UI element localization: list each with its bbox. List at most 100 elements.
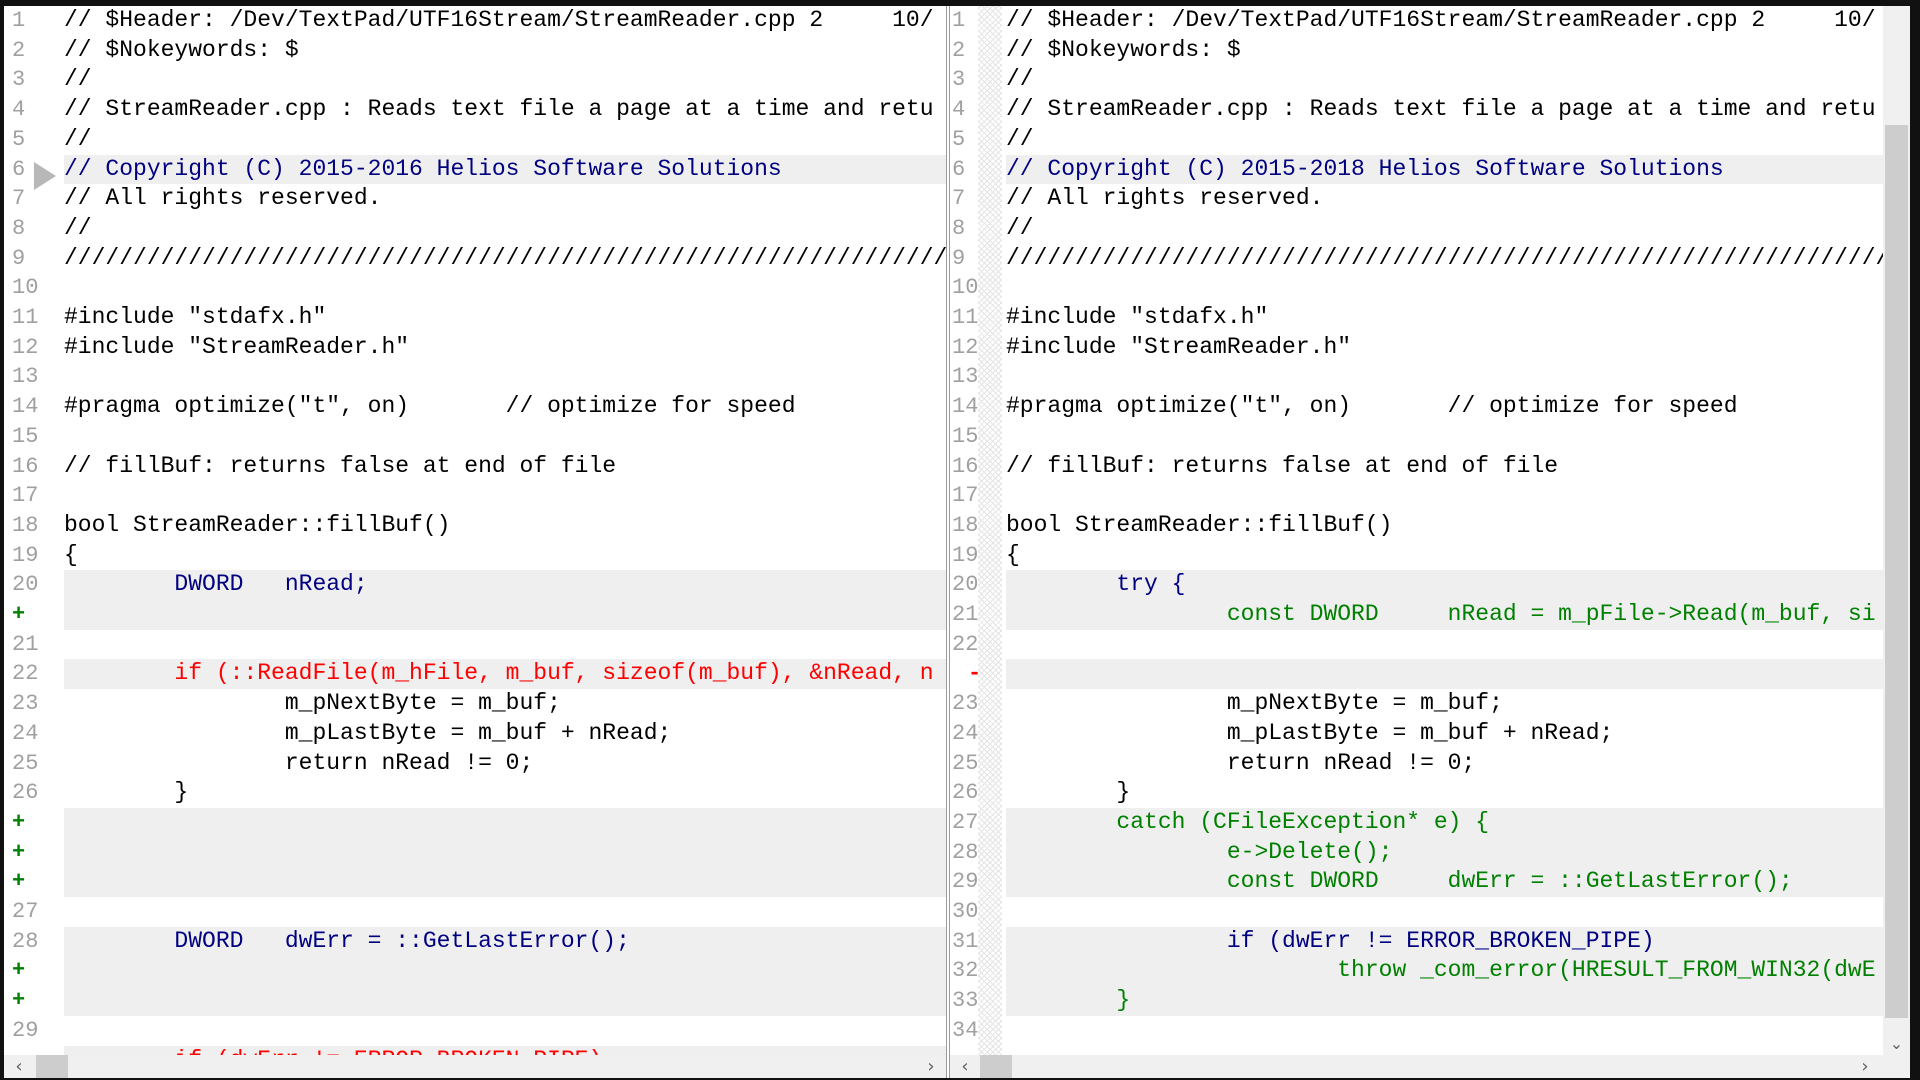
code-line[interactable]: 15 — [950, 422, 1883, 452]
code-line[interactable]: 22 — [950, 630, 1883, 660]
vertical-scrollbar[interactable]: ⌄ — [1883, 6, 1910, 1055]
code-line[interactable]: 22 if (::ReadFile(m_hFile, m_buf, sizeof… — [4, 659, 946, 690]
code-line[interactable]: 19 { — [4, 541, 946, 571]
code-text: m_pLastByte = m_buf + nRead; — [64, 719, 672, 746]
code-line[interactable]: 5 // — [4, 125, 946, 155]
code-line[interactable]: 4 // StreamReader.cpp : Reads text file a… — [950, 95, 1883, 125]
code-line[interactable]: 3 // — [950, 65, 1883, 95]
line-number: 8 — [952, 215, 966, 241]
code-line[interactable]: 24 m_pLastByte = m_buf + nRead; — [950, 719, 1883, 749]
line-number: 13 — [12, 364, 39, 390]
left-hscroll-thumb[interactable] — [36, 1055, 68, 1078]
line-number: 6 — [12, 156, 26, 182]
code-line[interactable]: 21 const DWORD nRead = m_pFile->Read(m_b… — [950, 600, 1883, 630]
code-line[interactable]: 29 const DWORD dwErr = ::GetLastError(); — [950, 867, 1883, 897]
code-text: try { — [1006, 571, 1186, 598]
code-line[interactable]: 10 — [4, 273, 946, 303]
right-horizontal-scrollbar[interactable]: ‹ › — [950, 1055, 1910, 1078]
code-line[interactable]: 13 — [950, 362, 1883, 392]
code-line[interactable]: 25 return nRead != 0; — [4, 749, 946, 779]
code-line[interactable]: 24 m_pLastByte = m_buf + nRead; — [4, 719, 946, 749]
code-line[interactable]: 12 #include "StreamReader.h" — [950, 333, 1883, 363]
code-line[interactable]: 9 ///////////////////////////////////////… — [950, 244, 1883, 274]
code-line[interactable]: 7 // All rights reserved. — [950, 184, 1883, 214]
line-number: 3 — [12, 67, 26, 93]
diff-placeholder-row[interactable]: + — [4, 867, 946, 897]
code-line[interactable]: 25 return nRead != 0; — [950, 749, 1883, 779]
code-line[interactable]: 18 bool StreamReader::fillBuf() — [950, 511, 1883, 541]
scroll-right-icon[interactable]: › — [1854, 1055, 1876, 1078]
code-line[interactable]: 15 — [4, 422, 946, 452]
code-line[interactable]: 3 // — [4, 65, 946, 95]
code-line[interactable]: 28 e->Delete(); — [950, 837, 1883, 868]
code-line[interactable]: if (dwErr != ERROR_BROKEN_PIPE) — [4, 1045, 946, 1055]
code-line[interactable]: 31 if (dwErr != ERROR_BROKEN_PIPE) — [950, 926, 1883, 957]
right-file-pane[interactable]: 1 // $Header: /Dev/TextPad/UTF16Stream/St… — [950, 6, 1883, 1055]
code-line[interactable]: 23 m_pNextByte = m_buf; — [950, 689, 1883, 719]
code-line[interactable]: 4 // StreamReader.cpp : Reads text file a… — [4, 95, 946, 125]
right-hscroll-thumb[interactable] — [980, 1055, 1012, 1078]
diff-placeholder-row[interactable]: - — [950, 659, 1883, 690]
code-line[interactable]: 28 DWORD dwErr = ::GetLastError(); — [4, 926, 946, 957]
code-line[interactable]: 13 — [4, 362, 946, 392]
code-line[interactable]: 8 // — [950, 214, 1883, 244]
code-line[interactable]: 5 // — [950, 125, 1883, 155]
scroll-left-icon[interactable]: ‹ — [8, 1055, 30, 1078]
code-line[interactable]: 21 — [4, 630, 946, 660]
scroll-left-icon[interactable]: ‹ — [954, 1055, 976, 1078]
code-line[interactable]: 1 // $Header: /Dev/TextPad/UTF16Stream/St… — [4, 6, 946, 36]
code-line[interactable]: 19 { — [950, 541, 1883, 571]
left-file-pane[interactable]: 1 // $Header: /Dev/TextPad/UTF16Stream/St… — [4, 6, 946, 1055]
code-line[interactable]: 27 — [4, 897, 946, 927]
code-line[interactable]: 2 // $Nokeywords: $ — [950, 36, 1883, 66]
code-line[interactable]: 7 // All rights reserved. — [4, 184, 946, 214]
code-line[interactable]: 33 } — [950, 986, 1883, 1016]
code-line[interactable]: 8 // — [4, 214, 946, 244]
code-line[interactable]: 30 — [950, 897, 1883, 927]
code-line[interactable]: 27 catch (CFileException* e) { — [950, 807, 1883, 838]
code-line[interactable]: 6 // Copyright (C) 2015-2018 Helios Softw… — [950, 154, 1883, 185]
left-horizontal-scrollbar[interactable]: ‹ › — [4, 1055, 946, 1078]
code-line[interactable]: 20 DWORD nRead; — [4, 570, 946, 600]
code-line[interactable]: 23 m_pNextByte = m_buf; — [4, 689, 946, 719]
line-number: 23 — [952, 691, 979, 717]
scroll-down-icon[interactable]: ⌄ — [1883, 1034, 1910, 1053]
scroll-right-icon[interactable]: › — [920, 1055, 942, 1078]
code-line[interactable]: 26 } — [4, 778, 946, 808]
vscroll-thumb[interactable] — [1885, 125, 1908, 1018]
line-number: 17 — [12, 483, 39, 509]
code-line[interactable]: 29 — [4, 1016, 946, 1046]
diff-placeholder-row[interactable]: + — [4, 956, 946, 987]
code-line[interactable]: 16 // fillBuf: returns false at end of fi… — [4, 452, 946, 482]
line-number: 14 — [952, 394, 979, 420]
code-line[interactable]: 12 #include "StreamReader.h" — [4, 333, 946, 363]
code-line[interactable]: 14 #pragma optimize("t", on) // optimize … — [950, 392, 1883, 422]
line-number: 6 — [952, 156, 966, 182]
diff-highlight — [64, 867, 946, 897]
diff-placeholder-row[interactable]: + — [4, 807, 946, 838]
code-line[interactable]: 14 #pragma optimize("t", on) // optimize … — [4, 392, 946, 422]
line-number: 12 — [12, 334, 39, 360]
code-text: { — [64, 541, 78, 568]
code-line[interactable]: 6 // Copyright (C) 2015-2016 Helios Softw… — [4, 154, 946, 185]
code-line[interactable]: 32 throw _com_error(HRESULT_FROM_WIN32(d… — [950, 956, 1883, 987]
diff-placeholder-row[interactable]: + — [4, 837, 946, 868]
code-line[interactable]: 11 #include "stdafx.h" — [950, 303, 1883, 333]
diff-placeholder-row[interactable]: + — [4, 986, 946, 1016]
code-text: if (::ReadFile(m_hFile, m_buf, sizeof(m_… — [64, 660, 934, 687]
code-line[interactable]: 11 #include "stdafx.h" — [4, 303, 946, 333]
code-line[interactable]: 34 — [950, 1016, 1883, 1046]
code-line[interactable]: 16 // fillBuf: returns false at end of fi… — [950, 452, 1883, 482]
diff-placeholder-row[interactable]: + — [4, 600, 946, 630]
code-line[interactable]: 17 — [4, 481, 946, 511]
code-line[interactable]: 26 } — [950, 778, 1883, 808]
code-line[interactable]: 18 bool StreamReader::fillBuf() — [4, 511, 946, 541]
code-text: // — [1006, 125, 1034, 152]
code-line[interactable]: 2 // $Nokeywords: $ — [4, 36, 946, 66]
code-line[interactable]: 17 — [950, 481, 1883, 511]
code-line[interactable]: 9 ///////////////////////////////////////… — [4, 244, 946, 274]
code-line[interactable]: 1 // $Header: /Dev/TextPad/UTF16Stream/St… — [950, 6, 1883, 36]
code-line[interactable]: 10 — [950, 273, 1883, 303]
code-text: // All rights reserved. — [64, 185, 382, 212]
code-line[interactable]: 20 try { — [950, 570, 1883, 600]
